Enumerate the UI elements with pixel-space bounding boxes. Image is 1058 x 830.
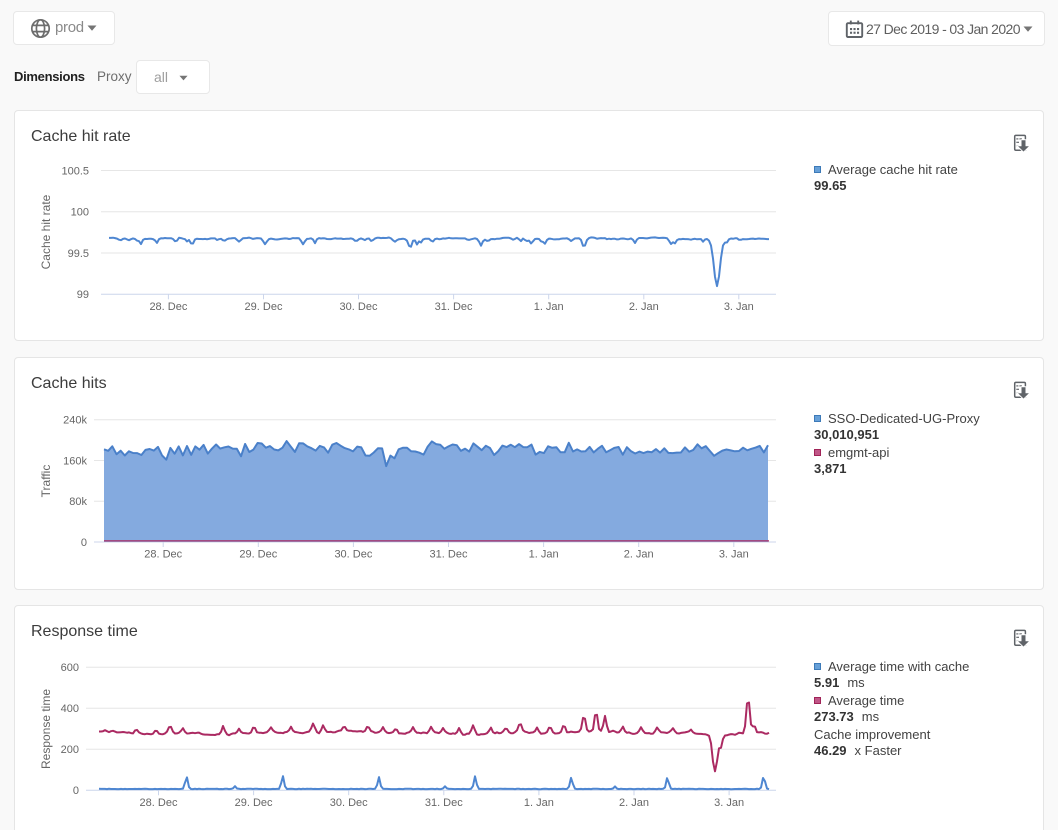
svg-text:30. Dec: 30. Dec [340, 301, 378, 313]
svg-text:200: 200 [61, 744, 79, 756]
svg-text:240k: 240k [63, 415, 87, 427]
svg-text:31. Dec: 31. Dec [425, 797, 463, 809]
svg-text:3. Jan: 3. Jan [724, 301, 754, 313]
svg-text:28. Dec: 28. Dec [149, 301, 187, 313]
svg-text:Response time: Response time [39, 689, 53, 769]
svg-text:160k: 160k [63, 455, 87, 467]
svg-text:Cache hit rate: Cache hit rate [39, 194, 53, 269]
svg-text:31. Dec: 31. Dec [435, 301, 473, 313]
svg-text:99: 99 [77, 289, 89, 301]
svg-text:29. Dec: 29. Dec [245, 301, 283, 313]
svg-text:600: 600 [61, 662, 79, 674]
svg-text:3. Jan: 3. Jan [714, 797, 744, 809]
svg-text:0: 0 [73, 785, 79, 797]
svg-text:29. Dec: 29. Dec [235, 797, 273, 809]
svg-text:31. Dec: 31. Dec [430, 549, 468, 561]
svg-text:1. Jan: 1. Jan [534, 301, 564, 313]
svg-text:80k: 80k [69, 496, 87, 508]
svg-text:30. Dec: 30. Dec [330, 797, 368, 809]
svg-text:28. Dec: 28. Dec [144, 549, 182, 561]
svg-text:2. Jan: 2. Jan [619, 797, 649, 809]
svg-text:Traffic: Traffic [39, 465, 53, 498]
svg-text:99.5: 99.5 [68, 248, 89, 260]
svg-text:3. Jan: 3. Jan [719, 549, 749, 561]
svg-text:1. Jan: 1. Jan [529, 549, 559, 561]
svg-text:30. Dec: 30. Dec [334, 549, 372, 561]
svg-text:2. Jan: 2. Jan [629, 301, 659, 313]
svg-text:28. Dec: 28. Dec [140, 797, 178, 809]
svg-text:29. Dec: 29. Dec [239, 549, 277, 561]
svg-text:100.5: 100.5 [61, 165, 89, 177]
svg-text:100: 100 [71, 207, 89, 219]
svg-text:2. Jan: 2. Jan [624, 549, 654, 561]
svg-text:400: 400 [61, 703, 79, 715]
svg-text:0: 0 [81, 537, 87, 549]
svg-text:1. Jan: 1. Jan [524, 797, 554, 809]
